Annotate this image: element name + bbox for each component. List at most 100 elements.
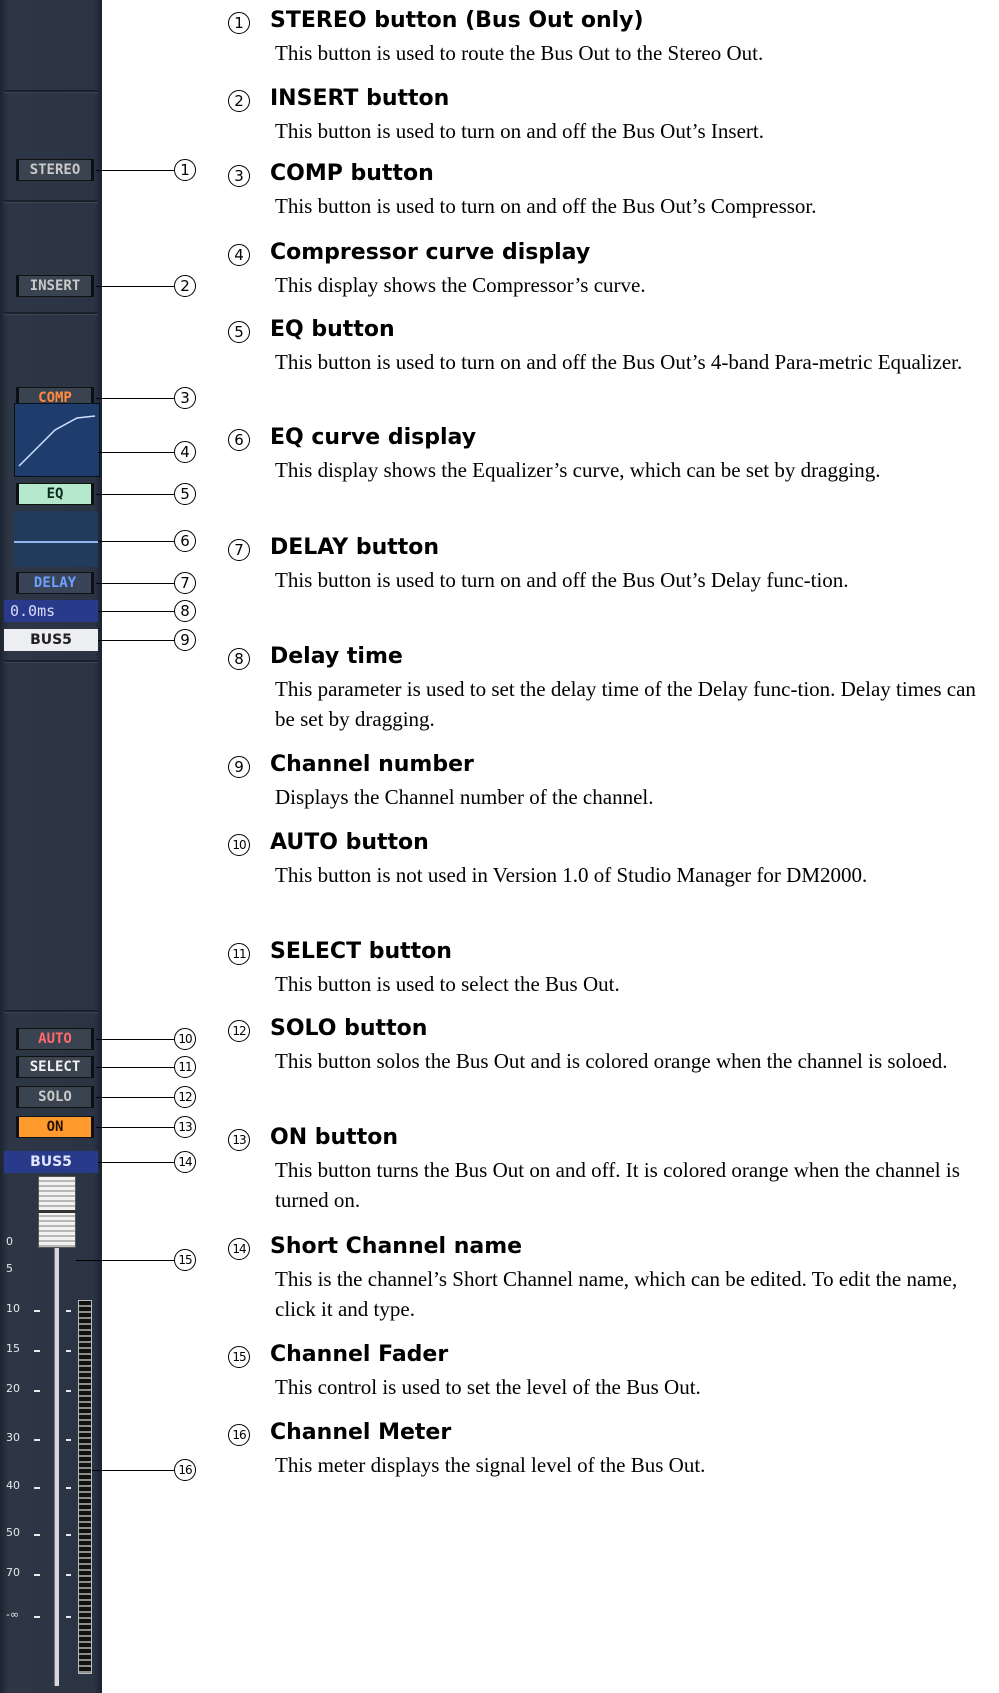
item-description: This display shows the Equalizer’s curve… [275, 458, 881, 482]
item-number: 16 [228, 1424, 250, 1446]
item-number: 13 [228, 1129, 250, 1151]
fader-scale-label: 5 [6, 1262, 13, 1275]
item-description: This button is used to turn on and off t… [275, 194, 817, 218]
item-description: This parameter is used to set the delay … [275, 677, 976, 731]
compressor-curve-display [14, 403, 100, 477]
fader-scale-tick [34, 1487, 40, 1489]
on-button[interactable]: ON [16, 1116, 94, 1138]
fader-scale-tick [34, 1574, 40, 1576]
leader-line [96, 583, 175, 584]
strip-divider [4, 660, 98, 663]
leader-line [96, 1127, 175, 1128]
item-title: SOLO button [270, 1016, 428, 1041]
strip-divider [4, 90, 98, 93]
fader-scale-tick [34, 1350, 40, 1352]
item-title: AUTO button [270, 830, 429, 855]
leader-line [96, 398, 175, 399]
leader-line [98, 1162, 175, 1163]
callout-number: 7 [174, 572, 196, 594]
item-description: This button is used to turn on and off t… [275, 350, 963, 374]
delay-button[interactable]: DELAY [16, 572, 94, 594]
callout-number: 1 [174, 159, 196, 181]
item-description: This meter displays the signal level of … [275, 1453, 706, 1477]
item-description: This button is not used in Version 1.0 o… [275, 863, 868, 887]
fader-scale-label: 30 [6, 1431, 20, 1444]
fader-scale-tick [66, 1574, 71, 1576]
leader-line [96, 286, 175, 287]
item-number: 4 [228, 244, 250, 266]
item-title: Compressor curve display [270, 240, 591, 265]
callout-number: 3 [174, 387, 196, 409]
channel-meter [78, 1300, 92, 1674]
eq-curve-display[interactable] [14, 541, 98, 543]
solo-button[interactable]: SOLO [16, 1086, 94, 1108]
item-description: This button is used to turn on and off t… [275, 568, 849, 592]
strip-divider [4, 200, 98, 203]
item-description: This button solos the Bus Out and is col… [275, 1049, 948, 1073]
leader-line [98, 541, 175, 542]
fader-cap-line [38, 1210, 76, 1213]
fader-track [54, 1186, 59, 1686]
item-number: 9 [228, 756, 250, 778]
channel-number: BUS5 [4, 629, 98, 651]
bus-out-channel-strip: STEREO INSERT COMP EQ DELAY 0.0ms BUS5 A… [0, 0, 102, 1693]
leader-line [96, 1067, 175, 1068]
item-number: 7 [228, 539, 250, 561]
fader-scale-tick [66, 1439, 71, 1441]
item-title: EQ curve display [270, 425, 477, 450]
item-number: 11 [228, 943, 250, 965]
fader-scale-tick [66, 1616, 71, 1618]
fader-scale-label: 50 [6, 1526, 20, 1539]
item-number: 14 [228, 1238, 250, 1260]
callout-number: 15 [174, 1249, 196, 1271]
fader-scale-label: 10 [6, 1302, 20, 1315]
short-channel-name[interactable]: BUS5 [4, 1151, 98, 1173]
auto-button[interactable]: AUTO [16, 1028, 94, 1050]
leader-line [96, 1039, 175, 1040]
item-number: 12 [228, 1020, 250, 1042]
leader-line [96, 1097, 175, 1098]
fader-scale-label: 70 [6, 1566, 20, 1579]
fader-scale-tick [66, 1487, 71, 1489]
strip-divider [4, 1010, 98, 1013]
callout-number: 8 [174, 600, 196, 622]
fader-scale-tick [66, 1310, 71, 1312]
insert-button[interactable]: INSERT [16, 275, 94, 297]
eq-curve-area [14, 511, 98, 567]
callout-number: 10 [174, 1028, 196, 1050]
strip-divider [4, 312, 98, 315]
select-button[interactable]: SELECT [16, 1056, 94, 1078]
fader-scale-tick [34, 1310, 40, 1312]
item-description: This control is used to set the level of… [275, 1375, 701, 1399]
leader-line [98, 452, 175, 453]
item-title: ON button [270, 1125, 398, 1150]
item-number: 6 [228, 429, 250, 451]
item-number: 15 [228, 1346, 250, 1368]
leader-line [92, 1470, 175, 1471]
callout-number: 13 [174, 1116, 196, 1138]
fader-scale-tick [66, 1534, 71, 1536]
item-number: 3 [228, 165, 250, 187]
item-description: This button is used to select the Bus Ou… [275, 972, 620, 996]
callout-number: 5 [174, 483, 196, 505]
fader-scale-tick [66, 1390, 71, 1392]
callout-number: 4 [174, 441, 196, 463]
fader-scale-tick [66, 1350, 71, 1352]
item-description: This button is used to route the Bus Out… [275, 41, 764, 65]
item-description: This button is used to turn on and off t… [275, 119, 764, 143]
delay-time-field[interactable]: 0.0ms [4, 600, 98, 622]
leader-line [76, 1260, 175, 1261]
eq-button[interactable]: EQ [16, 483, 94, 505]
fader-scale-label: 40 [6, 1479, 20, 1492]
item-number: 2 [228, 90, 250, 112]
callout-number: 11 [174, 1056, 196, 1078]
item-number: 1 [228, 12, 250, 34]
item-description: This button turns the Bus Out on and off… [275, 1158, 960, 1212]
item-title: SELECT button [270, 939, 452, 964]
leader-line [98, 640, 175, 641]
item-number: 8 [228, 648, 250, 670]
fader-scale-tick [34, 1439, 40, 1441]
stereo-button[interactable]: STEREO [16, 159, 94, 181]
compressor-curve-icon [18, 415, 96, 467]
fader-scale-label: 20 [6, 1382, 20, 1395]
